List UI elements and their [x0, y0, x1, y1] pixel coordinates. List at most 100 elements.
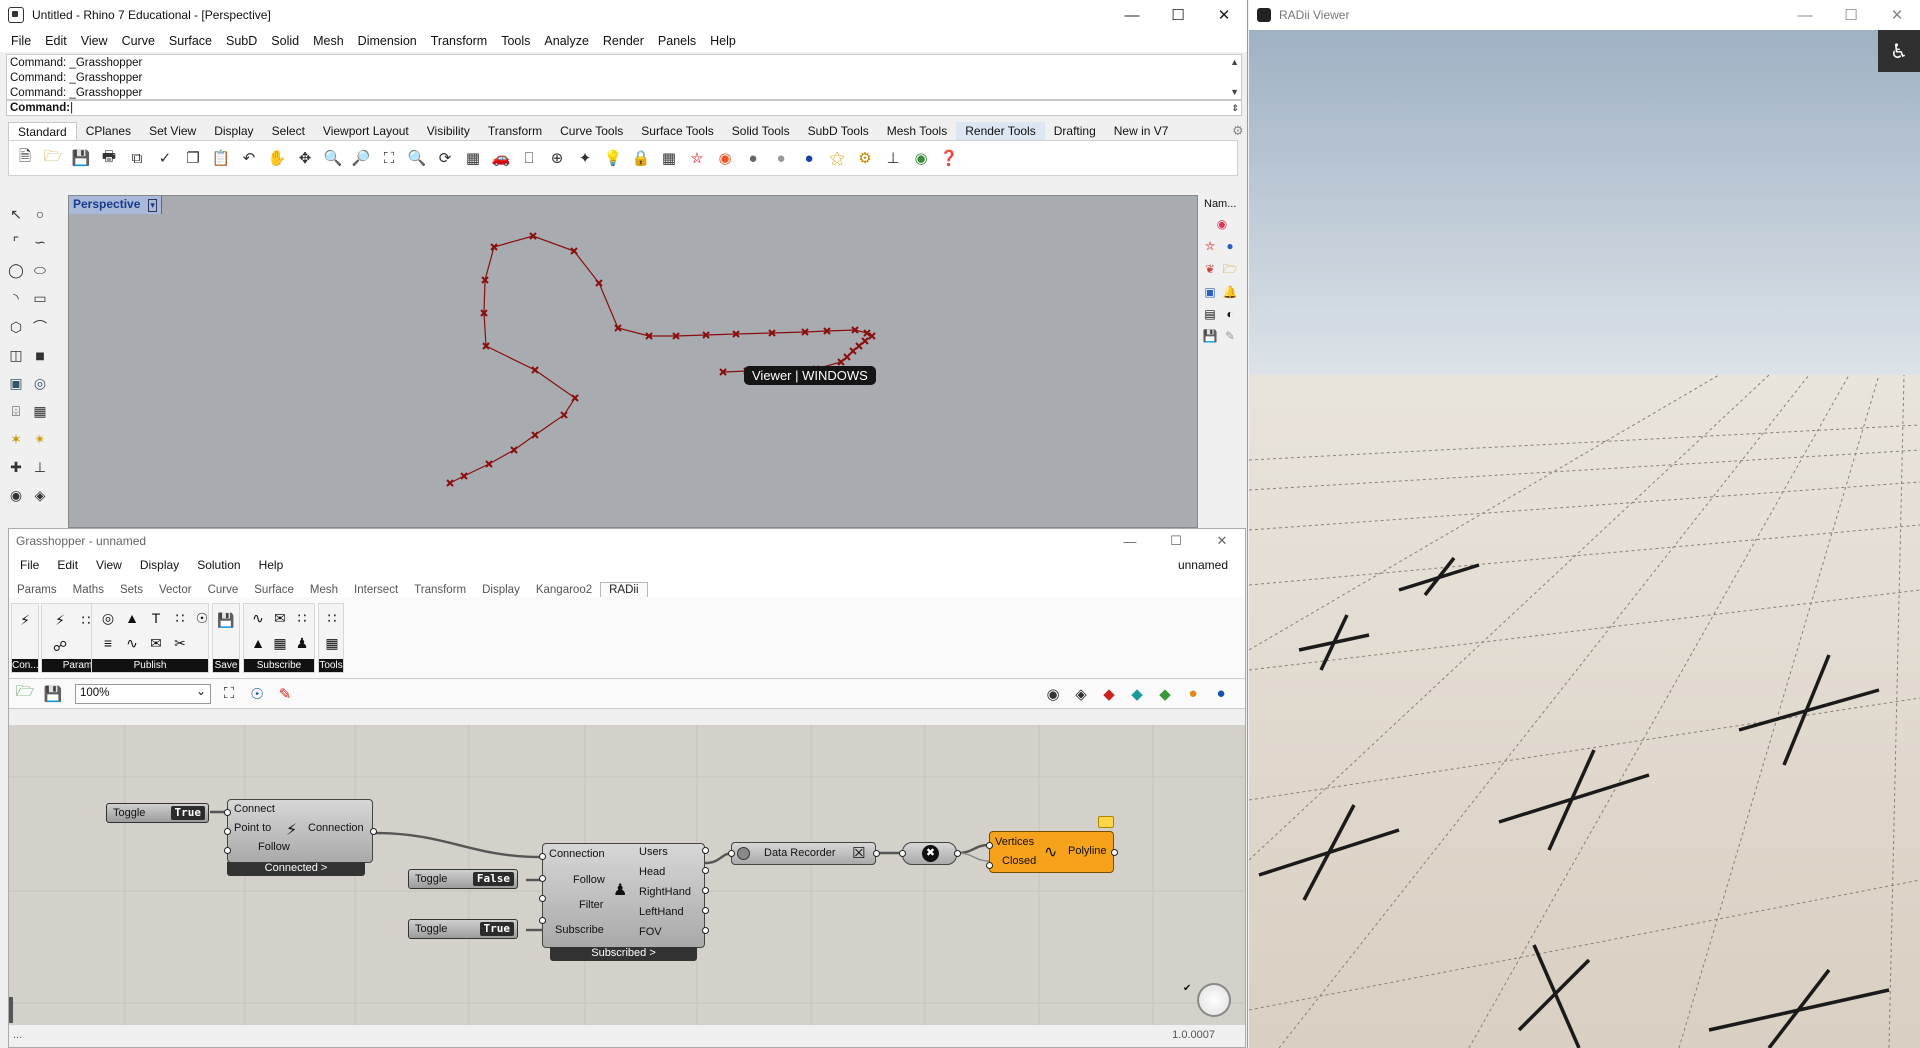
- curve-point[interactable]: [446, 479, 454, 487]
- data-recorder-component[interactable]: Data Recorder ☒: [731, 842, 876, 865]
- plug-icon[interactable]: ⚡: [13, 608, 37, 632]
- component-pin[interactable]: [224, 809, 231, 816]
- shaded-icon[interactable]: ●: [741, 146, 765, 170]
- tab-mesh-tools[interactable]: Mesh Tools: [878, 122, 956, 140]
- curve-point[interactable]: [531, 431, 539, 439]
- display-mode-3-icon[interactable]: ●: [1181, 682, 1205, 706]
- color-wheel-icon[interactable]: ◉: [713, 146, 737, 170]
- menu-edit[interactable]: Edit: [38, 34, 74, 48]
- component-pin[interactable]: [702, 927, 709, 934]
- toggle-value[interactable]: False: [472, 872, 514, 886]
- zoom-selected-icon[interactable]: 🔍: [405, 146, 429, 170]
- zoom-icon[interactable]: 🔍: [321, 146, 345, 170]
- material-icon[interactable]: ⛦: [1201, 238, 1219, 256]
- menu-analyze[interactable]: Analyze: [537, 34, 595, 48]
- fillet-icon[interactable]: ⌒: [28, 315, 52, 339]
- gh-tab-mesh[interactable]: Mesh: [302, 583, 346, 597]
- cylinder-icon[interactable]: ⌹: [4, 399, 28, 423]
- tab-standard[interactable]: Standard: [8, 122, 77, 140]
- group-icon[interactable]: ◉: [4, 483, 28, 507]
- number-icon[interactable]: ▦: [268, 631, 292, 655]
- mesh-icon[interactable]: ▦: [28, 399, 52, 423]
- zoom-extents-icon[interactable]: ⛶: [217, 682, 241, 706]
- sliders-icon[interactable]: ≡: [96, 631, 120, 655]
- component-pin[interactable]: [539, 853, 546, 860]
- profiler-widget-icon[interactable]: [1197, 983, 1231, 1017]
- texture-icon[interactable]: ❦: [1201, 260, 1219, 278]
- tab-curve-tools[interactable]: Curve Tools: [551, 122, 632, 140]
- gh-tab-sets[interactable]: Sets: [112, 583, 151, 597]
- open-file-icon[interactable]: 🗁: [13, 682, 37, 706]
- tab-surface-tools[interactable]: Surface Tools: [632, 122, 723, 140]
- select-icon[interactable]: ↖: [4, 203, 28, 227]
- preview-off-icon[interactable]: ◉: [1041, 682, 1065, 706]
- toggle-follow[interactable]: Toggle False: [408, 869, 518, 889]
- copy-icon[interactable]: ❐: [181, 146, 205, 170]
- component-pin[interactable]: [986, 842, 993, 849]
- component-pin[interactable]: [539, 895, 546, 902]
- cplane-icon[interactable]: ⊕: [545, 146, 569, 170]
- gumball-icon[interactable]: ✶: [4, 427, 28, 451]
- globe-icon[interactable]: ◉: [909, 146, 933, 170]
- component-pin[interactable]: [224, 828, 231, 835]
- explode-icon[interactable]: ✴: [28, 427, 52, 451]
- component-pin[interactable]: [954, 850, 961, 857]
- pan-icon[interactable]: ✋: [265, 146, 289, 170]
- scroll-down-icon[interactable]: ▼: [1230, 85, 1239, 100]
- gh-tab-intersect[interactable]: Intersect: [346, 583, 406, 597]
- help-icon[interactable]: ❓: [937, 146, 961, 170]
- loft-icon[interactable]: ◾: [28, 343, 52, 367]
- command-input[interactable]: Command:| ⇕: [6, 100, 1242, 116]
- gh-menu-view[interactable]: View: [87, 558, 131, 572]
- light-icon[interactable]: 💡: [601, 146, 625, 170]
- box-icon[interactable]: ▣: [4, 371, 28, 395]
- align-icon[interactable]: ⊥: [28, 455, 52, 479]
- zoom-extents-icon[interactable]: ⛶: [377, 146, 401, 170]
- options-icon[interactable]: ⚙: [853, 146, 877, 170]
- rendered-icon[interactable]: ●: [769, 146, 793, 170]
- move-icon[interactable]: ✚: [4, 455, 28, 479]
- menu-file[interactable]: File: [4, 34, 38, 48]
- folder-icon[interactable]: 🗁: [1221, 261, 1239, 279]
- maximize-icon[interactable]: ☐: [1155, 0, 1201, 30]
- curve-point[interactable]: [571, 394, 579, 402]
- tab-new-in-v7[interactable]: New in V7: [1105, 122, 1178, 140]
- save-icon[interactable]: 💾: [1201, 327, 1219, 345]
- zoom-select[interactable]: 100%: [75, 683, 211, 704]
- eye-icon[interactable]: ☉: [190, 606, 214, 630]
- curve-point[interactable]: [843, 353, 851, 361]
- component-pin[interactable]: [873, 850, 880, 857]
- tab-select[interactable]: Select: [263, 122, 314, 140]
- ellipse-icon[interactable]: ⬭: [28, 259, 52, 283]
- preview-shaded-icon[interactable]: ◆: [1097, 682, 1121, 706]
- gh-menu-file[interactable]: File: [11, 558, 48, 572]
- undo-icon[interactable]: ↶: [237, 146, 261, 170]
- gh-tab-radii[interactable]: RADii: [600, 582, 648, 597]
- rectangle-icon[interactable]: ▭: [28, 287, 52, 311]
- shapes-icon[interactable]: ▲: [120, 606, 144, 630]
- preview-settings-icon[interactable]: ●: [1209, 682, 1233, 706]
- gh-menu-solution[interactable]: Solution: [188, 558, 249, 572]
- tab-cplanes[interactable]: CPlanes: [77, 122, 140, 140]
- curve-icon[interactable]: ∽: [28, 231, 52, 255]
- subscribe-component[interactable]: Connection Follow Filter Subscribe ♟ Use…: [542, 843, 705, 948]
- menu-dimension[interactable]: Dimension: [351, 34, 424, 48]
- cut-icon[interactable]: ✓: [153, 146, 177, 170]
- display-mode-2-icon[interactable]: ◆: [1153, 682, 1177, 706]
- toggle-subscribe[interactable]: Toggle True: [408, 919, 518, 939]
- gh-menu-help[interactable]: Help: [250, 558, 293, 572]
- point-icon[interactable]: ○: [28, 202, 52, 226]
- minimize-icon[interactable]: —: [1109, 0, 1155, 30]
- text-icon[interactable]: T: [144, 606, 168, 630]
- toggle-value[interactable]: True: [170, 806, 205, 820]
- gh-tab-params[interactable]: Params: [9, 583, 65, 597]
- circle-icon[interactable]: ◯: [4, 259, 28, 283]
- link-param-icon[interactable]: ☍: [48, 634, 72, 658]
- undo-view-icon[interactable]: ⟳: [433, 146, 457, 170]
- gh-tab-vector[interactable]: Vector: [151, 583, 200, 597]
- polyline-publish-icon[interactable]: ∿: [120, 631, 144, 655]
- polyline-icon[interactable]: ⌜: [4, 231, 28, 255]
- curve-point[interactable]: [560, 411, 568, 419]
- component-pin[interactable]: [702, 887, 709, 894]
- component-pin[interactable]: [728, 850, 735, 857]
